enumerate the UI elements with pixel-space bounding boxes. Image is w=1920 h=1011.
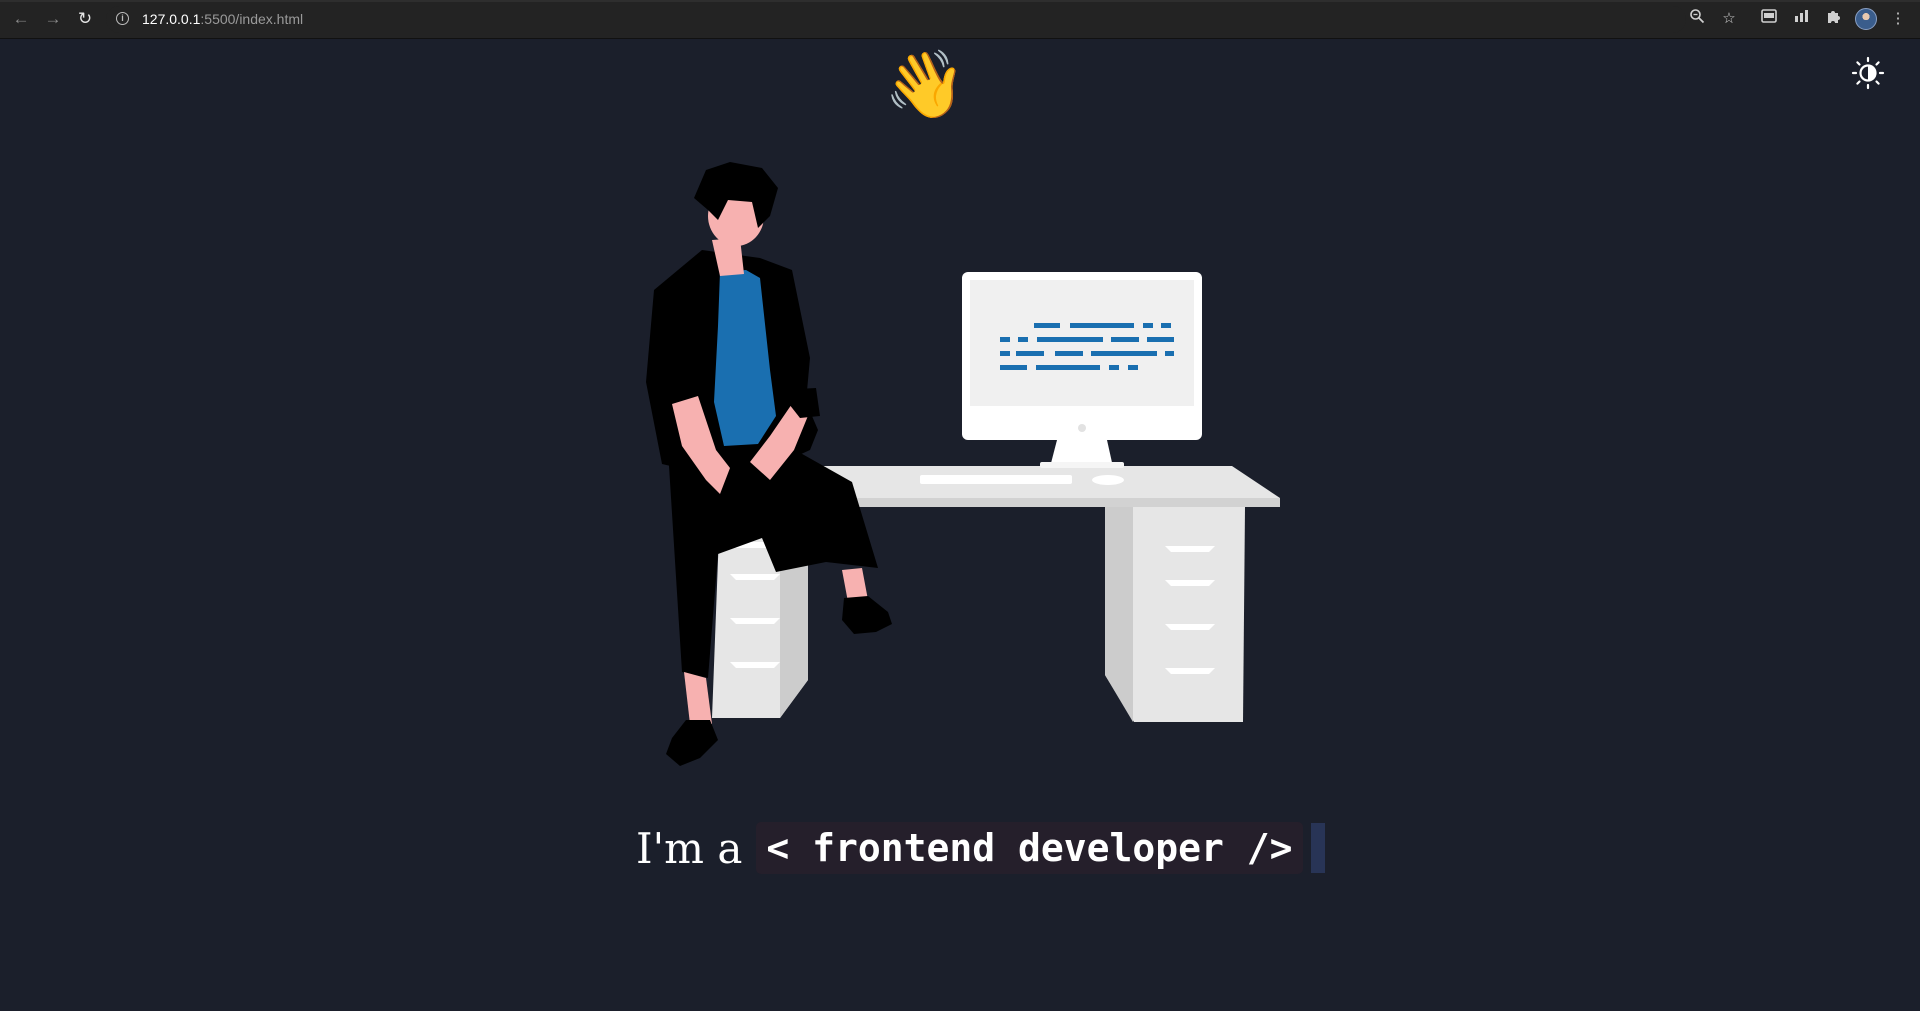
star-icon[interactable]: ☆ bbox=[1718, 8, 1740, 30]
info-icon[interactable]: i bbox=[116, 12, 129, 25]
forward-button[interactable]: → bbox=[41, 7, 65, 31]
puzzle-icon[interactable] bbox=[1823, 8, 1845, 30]
extension-card-icon[interactable] bbox=[1758, 8, 1780, 30]
theme-toggle-button[interactable] bbox=[1850, 55, 1886, 91]
role-code-text: < frontend developer /> bbox=[756, 822, 1303, 874]
sun-moon-icon bbox=[1851, 56, 1885, 90]
url-text[interactable]: 127.0.0.1:5500/index.html bbox=[142, 11, 303, 27]
arrow-back-icon: ← bbox=[12, 9, 30, 28]
extension-chart-icon[interactable] bbox=[1791, 8, 1813, 30]
reload-button[interactable]: ↻ bbox=[73, 7, 97, 31]
developer-desk-illustration bbox=[646, 162, 1280, 766]
zoom-icon[interactable] bbox=[1686, 8, 1708, 30]
wave-emoji: 👋 bbox=[884, 47, 967, 121]
browser-toolbar: ← → ↻ i 127.0.0.1:5500/index.html ☆ ⋮ bbox=[0, 0, 1920, 39]
tagline: I'm a < frontend developer /> bbox=[636, 820, 1325, 876]
profile-avatar[interactable] bbox=[1855, 8, 1877, 30]
reload-icon: ↻ bbox=[77, 9, 93, 28]
typing-cursor bbox=[1310, 823, 1325, 873]
back-button[interactable]: ← bbox=[9, 7, 33, 31]
toolbar-edge bbox=[0, 0, 1920, 2]
address-bar[interactable]: i 127.0.0.1:5500/index.html bbox=[106, 6, 1686, 33]
tagline-prefix: I'm a bbox=[636, 823, 743, 873]
arrow-forward-icon: → bbox=[44, 9, 62, 28]
kebab-menu-icon[interactable]: ⋮ bbox=[1887, 8, 1909, 30]
